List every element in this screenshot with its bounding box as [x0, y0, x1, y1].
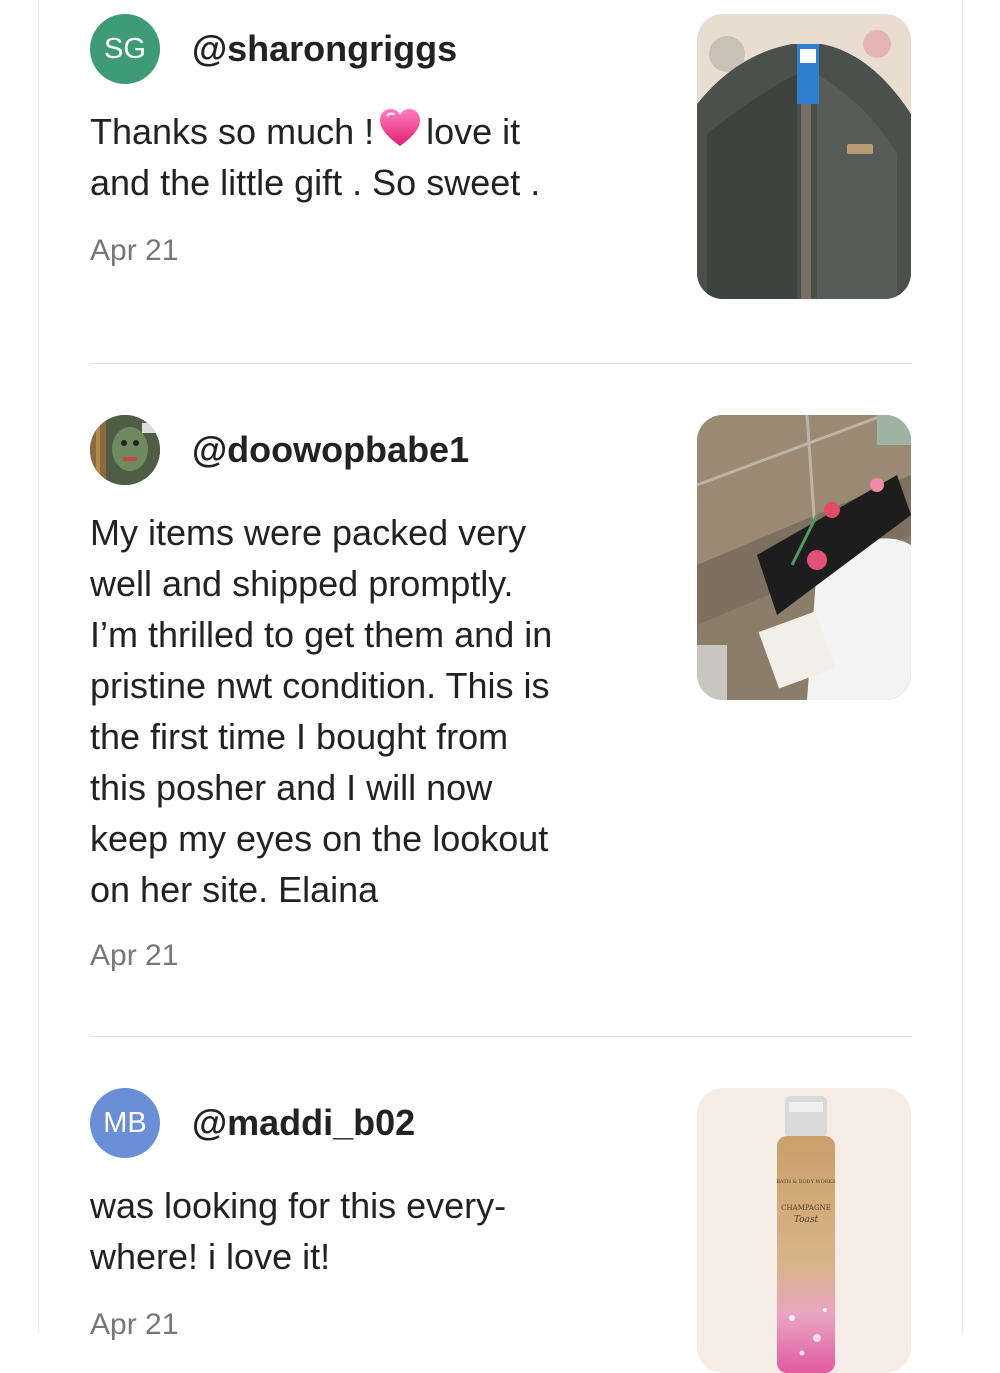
reviewer-handle[interactable]: @doowopbabe1	[192, 429, 469, 471]
avatar[interactable]: SG	[90, 14, 160, 84]
sparkling-heart-icon	[380, 109, 421, 146]
content-border-right	[962, 0, 963, 1333]
review-text-part: Thanks so much !	[90, 111, 375, 152]
review-date: Apr 21	[90, 234, 179, 267]
avatar-initials: SG	[104, 33, 146, 65]
reviewer-handle[interactable]: @maddi_b02	[192, 1102, 415, 1144]
review-divider	[90, 363, 912, 364]
can-brand-text: BATH & BODY WORKS	[776, 1179, 836, 1185]
avatar[interactable]	[90, 415, 160, 485]
champagne-toast-spray-photo[interactable]: BATH & BODY WORKS CHAMPAGNE Toast	[697, 1088, 911, 1373]
reviewer-handle[interactable]: @sharongriggs	[192, 28, 457, 70]
avatar-photo	[90, 415, 160, 485]
avatar[interactable]: MB	[90, 1088, 160, 1158]
reviews-page: SG @sharongriggs Thanks so much ! love i…	[0, 0, 1000, 1373]
review-divider	[90, 1036, 912, 1037]
can-label-subtitle: Toast	[794, 1215, 819, 1225]
review-text: was looking for this every- where! i lov…	[90, 1185, 507, 1277]
floral-cosmetic-bag-photo[interactable]	[697, 415, 911, 700]
fleece-jacket-photo[interactable]	[697, 14, 911, 299]
review-date: Apr 21	[90, 939, 179, 972]
avatar-initials: MB	[103, 1107, 147, 1139]
content-border-left	[38, 0, 39, 1333]
can-label-title: CHAMPAGNE	[781, 1204, 831, 1212]
review-text: Thanks so much ! love it and the little …	[90, 106, 650, 208]
review-text: My items were packed very well and shipp…	[90, 512, 553, 910]
review-date: Apr 21	[90, 1308, 179, 1341]
